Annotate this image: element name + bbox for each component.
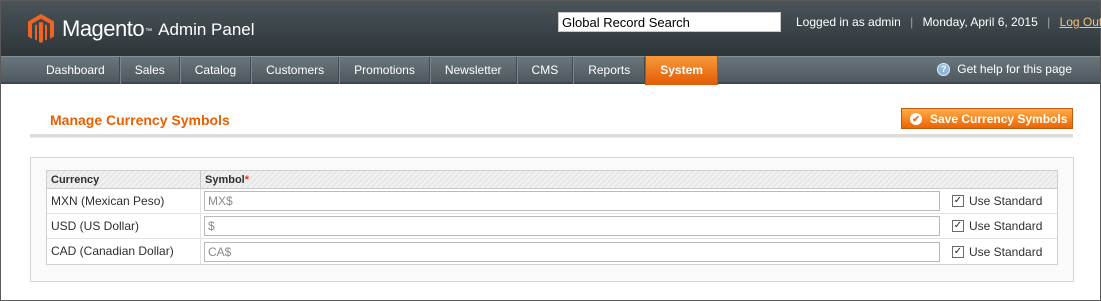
logo-subtitle: Admin Panel — [158, 20, 255, 39]
logout-link[interactable]: Log Out — [1060, 15, 1101, 29]
grid-header: Currency Symbol* — [47, 171, 1057, 189]
currency-symbols-fieldset: Currency Symbol* MXN (Mexican Peso) ✓ Us… — [30, 157, 1074, 282]
symbol-input-usd[interactable] — [204, 216, 940, 236]
nav-item-sales[interactable]: Sales — [119, 57, 180, 84]
logged-in-text: Logged in as admin — [796, 15, 901, 29]
use-standard-checkbox[interactable]: ✓ — [952, 245, 964, 258]
help-label: Get help for this page — [957, 62, 1072, 76]
column-header-symbol: Symbol* — [201, 171, 249, 188]
global-search-input[interactable] — [558, 12, 781, 32]
use-standard-label: Use Standard — [969, 219, 1043, 233]
current-date: Monday, April 6, 2015 — [922, 15, 1038, 29]
user-bar: Logged in as admin | Monday, April 6, 20… — [796, 15, 1101, 29]
nav-item-cms[interactable]: CMS — [516, 57, 574, 84]
nav-item-customers[interactable]: Customers — [251, 57, 340, 84]
symbol-header-label: Symbol — [205, 174, 245, 186]
page-title: Manage Currency Symbols — [50, 112, 230, 128]
nav-item-promotions[interactable]: Promotions — [339, 57, 430, 84]
currency-name: CAD (Canadian Dollar) — [47, 239, 201, 264]
page-header: Magento ™ Admin Panel Logged in as admin… — [1, 1, 1101, 56]
use-standard-label: Use Standard — [969, 194, 1043, 208]
use-standard-label: Use Standard — [969, 244, 1043, 259]
nav-item-system[interactable]: System — [645, 56, 718, 85]
use-standard-checkbox[interactable]: ✓ — [952, 220, 964, 232]
save-currency-symbols-button[interactable]: ✔ Save Currency Symbols — [901, 108, 1073, 129]
checkmark-icon: ✔ — [910, 112, 922, 125]
save-button-label: Save Currency Symbols — [930, 111, 1068, 126]
symbol-input-cad[interactable] — [204, 241, 940, 262]
help-link[interactable]: ? Get help for this page — [937, 62, 1072, 76]
separator: | — [1047, 15, 1051, 29]
nav-item-reports[interactable]: Reports — [573, 57, 646, 84]
logo[interactable]: Magento ™ Admin Panel — [28, 12, 255, 46]
column-header-currency: Currency — [47, 171, 201, 188]
use-standard-usd[interactable]: ✓ Use Standard — [952, 219, 1042, 233]
nav-item-newsletter[interactable]: Newsletter — [429, 57, 517, 84]
table-row: USD (US Dollar) ✓ Use Standard — [47, 213, 1057, 239]
table-row: CAD (Canadian Dollar) ✓ Use Standard — [47, 239, 1057, 264]
logo-trademark: ™ — [145, 27, 153, 35]
use-standard-checkbox[interactable]: ✓ — [952, 195, 964, 207]
magento-logo-icon — [28, 14, 54, 43]
nav-items: Dashboard Sales Catalog Customers Promot… — [32, 56, 718, 85]
use-standard-cad[interactable]: ✓ Use Standard — [952, 245, 1042, 259]
main-nav: Dashboard Sales Catalog Customers Promot… — [1, 56, 1100, 85]
currency-name: USD (US Dollar) — [47, 213, 201, 239]
table-row: MXN (Mexican Peso) ✓ Use Standard — [47, 188, 1057, 214]
help-icon: ? — [937, 62, 951, 76]
required-mark: * — [244, 174, 250, 186]
separator: | — [910, 15, 914, 29]
logo-text: Magento — [62, 16, 145, 41]
nav-item-catalog[interactable]: Catalog — [179, 57, 252, 84]
currency-symbols-grid: Currency Symbol* MXN (Mexican Peso) ✓ Us… — [46, 170, 1058, 265]
title-divider — [30, 134, 1073, 138]
currency-name: MXN (Mexican Peso) — [47, 188, 201, 214]
nav-item-dashboard[interactable]: Dashboard — [32, 57, 120, 84]
use-standard-mxn[interactable]: ✓ Use Standard — [952, 194, 1042, 208]
symbol-input-mxn[interactable] — [204, 191, 940, 211]
